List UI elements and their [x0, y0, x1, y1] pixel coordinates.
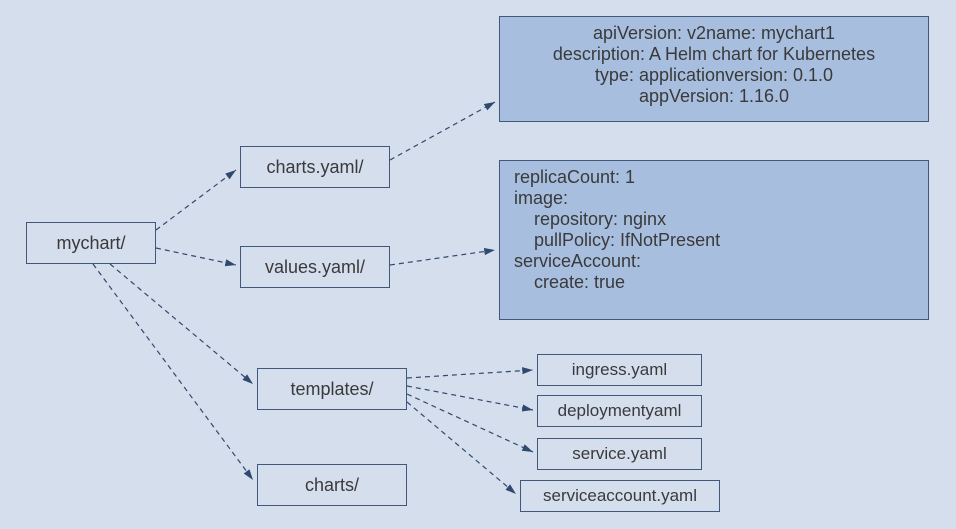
panel-chart-yaml-line1: apiVersion: v2name: mychart1	[514, 23, 914, 44]
node-ingress-yaml-label: ingress.yaml	[572, 360, 667, 380]
node-charts-dir-label: charts/	[305, 475, 359, 496]
node-deployment-yaml: deploymentyaml	[537, 395, 702, 427]
node-mychart-label: mychart/	[56, 233, 125, 254]
node-serviceaccount-yaml: serviceaccount.yaml	[520, 480, 720, 512]
panel-chart-yaml-line4: appVersion: 1.16.0	[514, 86, 914, 107]
node-values-yaml: values.yaml/	[240, 246, 390, 288]
panel-values-yaml-line6: create: true	[514, 272, 914, 293]
node-charts-dir: charts/	[257, 464, 407, 506]
panel-chart-yaml: apiVersion: v2name: mychart1 description…	[499, 16, 929, 122]
panel-values-yaml-line5: serviceAccount:	[514, 251, 914, 272]
panel-values-yaml-line2: image:	[514, 188, 914, 209]
node-templates: templates/	[257, 368, 407, 410]
node-ingress-yaml: ingress.yaml	[537, 354, 702, 386]
node-charts-yaml: charts.yaml/	[240, 146, 390, 188]
node-values-yaml-label: values.yaml/	[265, 257, 365, 278]
node-charts-yaml-label: charts.yaml/	[266, 157, 363, 178]
panel-values-yaml-line4: pullPolicy: IfNotPresent	[514, 230, 914, 251]
panel-chart-yaml-line2: description: A Helm chart for Kubernetes	[514, 44, 914, 65]
node-deployment-yaml-label: deploymentyaml	[558, 401, 682, 421]
node-templates-label: templates/	[290, 379, 373, 400]
panel-values-yaml-line1: replicaCount: 1	[514, 167, 914, 188]
panel-chart-yaml-line3: type: applicationversion: 0.1.0	[514, 65, 914, 86]
node-serviceaccount-yaml-label: serviceaccount.yaml	[543, 486, 697, 506]
node-service-yaml-label: service.yaml	[572, 444, 666, 464]
node-mychart: mychart/	[26, 222, 156, 264]
node-service-yaml: service.yaml	[537, 438, 702, 470]
panel-values-yaml-line3: repository: nginx	[514, 209, 914, 230]
panel-values-yaml: replicaCount: 1 image: repository: nginx…	[499, 160, 929, 320]
